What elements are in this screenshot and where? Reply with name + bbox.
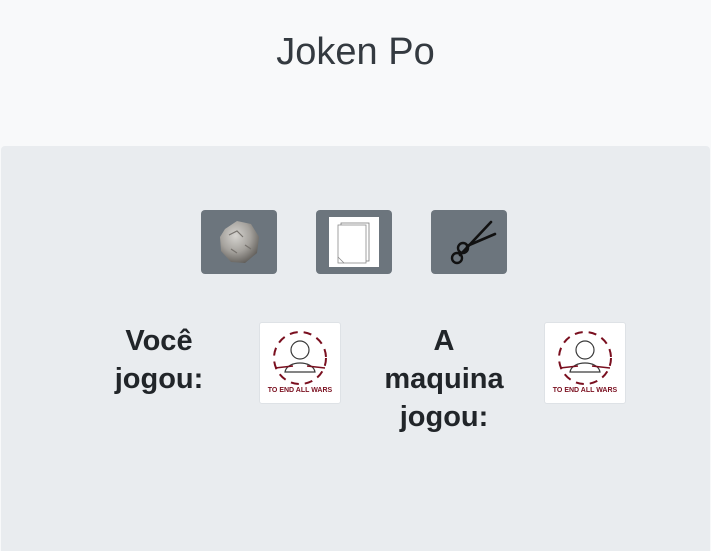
page-title: Joken Po <box>276 31 435 73</box>
rock-icon <box>215 215 263 269</box>
machine-choice-label: A maquina jogou: <box>384 325 504 433</box>
player-choice-image: TO END ALL WARS <box>259 322 341 404</box>
scissors-icon <box>441 214 497 270</box>
end-wars-image-icon: TO END ALL WARS <box>553 331 618 394</box>
page-header: Joken Po <box>0 0 711 146</box>
svg-text:TO END ALL WARS: TO END ALL WARS <box>268 387 333 394</box>
scissors-button[interactable] <box>431 210 507 274</box>
paper-icon <box>329 217 379 267</box>
paper-button[interactable] <box>316 210 392 274</box>
machine-choice-image: TO END ALL WARS <box>544 322 626 404</box>
rock-button[interactable] <box>201 210 277 274</box>
svg-text:TO END ALL WARS: TO END ALL WARS <box>553 387 618 394</box>
end-wars-image-icon: TO END ALL WARS <box>268 331 333 394</box>
game-area: Você jogou: TO END ALL WARS A maquina jo… <box>1 146 710 551</box>
player-choice-label: Você jogou: <box>114 325 204 395</box>
